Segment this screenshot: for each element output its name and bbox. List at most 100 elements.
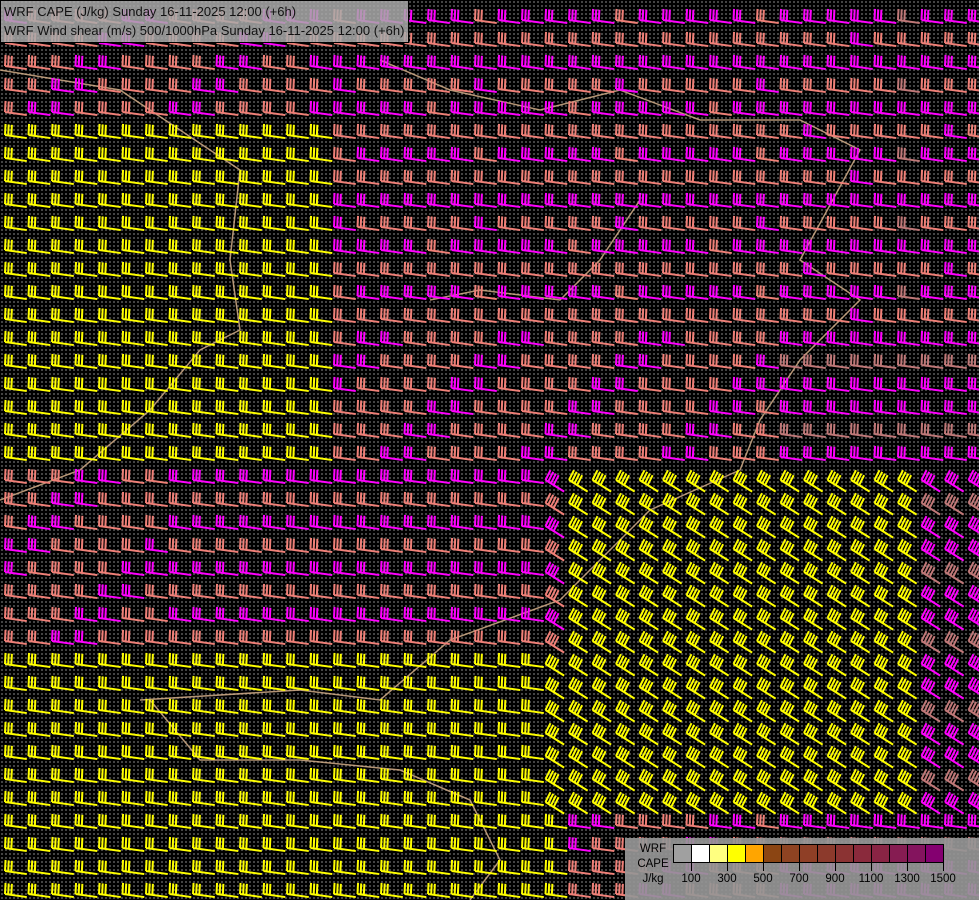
- wind-barb: [333, 376, 356, 393]
- wind-barb: [450, 353, 474, 370]
- wind-barb: [474, 31, 497, 48]
- wind-barb: [873, 653, 894, 677]
- legend-swatch: [854, 845, 872, 862]
- wind-barb: [779, 146, 803, 163]
- wind-barb: [521, 330, 544, 347]
- wind-barb: [662, 123, 685, 140]
- wind-barb: [98, 422, 121, 439]
- wind-barb: [779, 561, 800, 585]
- wind-barb: [544, 813, 568, 830]
- wind-barb: [732, 768, 753, 792]
- wind-barb: [756, 722, 777, 746]
- wind-barb: [709, 422, 732, 439]
- wind-barb: [380, 698, 403, 715]
- wind-barb: [591, 422, 615, 439]
- wind-barb: [967, 353, 979, 370]
- wind-barb: [403, 169, 427, 186]
- wind-barb: [74, 146, 98, 163]
- wind-barb: [74, 652, 98, 669]
- wind-barb: [474, 399, 497, 416]
- wind-barb: [920, 538, 941, 562]
- wind-barb: [192, 836, 215, 853]
- wind-barb: [944, 584, 965, 608]
- wind-barb: [920, 722, 941, 746]
- wind-barb: [474, 583, 497, 600]
- wind-barb: [215, 675, 239, 692]
- wind-barb: [239, 445, 262, 462]
- wind-barb: [638, 515, 659, 539]
- wind-barb: [403, 399, 427, 416]
- wind-barb: [873, 630, 894, 654]
- wind-barb: [4, 123, 27, 140]
- wind-barb: [333, 353, 356, 370]
- wind-barb: [873, 169, 897, 186]
- wind-barb: [709, 353, 732, 370]
- wind-barb: [450, 652, 474, 669]
- wind-barb: [121, 836, 145, 853]
- wind-barb: [756, 77, 779, 94]
- wind-barb: [51, 146, 74, 163]
- wind-barb: [356, 422, 380, 439]
- wind-barb: [521, 652, 544, 669]
- wind-barb: [427, 261, 450, 278]
- wind-barb: [215, 652, 239, 669]
- wind-barb: [803, 791, 824, 815]
- wind-barb: [779, 422, 803, 439]
- wind-barb: [51, 376, 74, 393]
- wind-barb: [98, 813, 121, 830]
- wind-barb: [286, 238, 309, 255]
- wind-barb: [779, 791, 800, 815]
- wind-barb: [239, 468, 262, 485]
- wind-barb: [826, 376, 850, 393]
- wind-barb: [4, 790, 27, 807]
- wind-barb: [709, 284, 732, 301]
- wind-barb: [591, 653, 612, 677]
- wind-barb: [920, 445, 944, 462]
- wind-barb: [779, 399, 803, 416]
- wind-barb: [521, 422, 544, 439]
- wind-barb: [74, 560, 98, 577]
- wind-barb: [286, 376, 309, 393]
- wind-barb: [756, 330, 779, 347]
- wind-barb: [544, 215, 568, 232]
- wind-barb: [309, 652, 333, 669]
- wind-barb: [615, 353, 638, 370]
- wind-barb: [192, 261, 215, 278]
- wind-barb: [403, 882, 427, 899]
- wind-barb: [27, 77, 51, 94]
- wind-barb: [779, 492, 800, 516]
- wind-barb: [497, 77, 521, 94]
- legend-tick: [691, 862, 692, 871]
- wind-barb: [779, 630, 800, 654]
- wind-barb: [4, 468, 27, 485]
- wind-barb: [732, 169, 756, 186]
- wind-barb: [967, 31, 979, 48]
- wind-barb: [756, 100, 779, 117]
- wind-barb: [98, 744, 121, 761]
- wind-barb: [286, 123, 309, 140]
- wind-barb: [897, 445, 920, 462]
- wind-barb: [427, 215, 450, 232]
- legend-swatch: [890, 845, 908, 862]
- wind-barb: [732, 469, 753, 493]
- wind-barb: [121, 859, 145, 876]
- wind-barb: [521, 376, 544, 393]
- wind-barb: [826, 515, 847, 539]
- wind-barb: [850, 215, 873, 232]
- wind-barb: [685, 561, 706, 585]
- legend-tick: [907, 862, 908, 871]
- wind-barb: [944, 768, 965, 792]
- wind-barb: [732, 538, 753, 562]
- wind-barb: [967, 515, 979, 539]
- wind-barb: [568, 422, 591, 439]
- wind-barb: [709, 722, 730, 746]
- wind-barb: [192, 583, 215, 600]
- wind-barb: [920, 192, 944, 209]
- wind-barb: [121, 284, 145, 301]
- wind-barb: [168, 767, 192, 784]
- wind-barb: [568, 584, 589, 608]
- wind-barb: [168, 882, 192, 899]
- wind-barb: [967, 561, 979, 585]
- wind-barb: [239, 813, 262, 830]
- wind-barb: [98, 54, 121, 71]
